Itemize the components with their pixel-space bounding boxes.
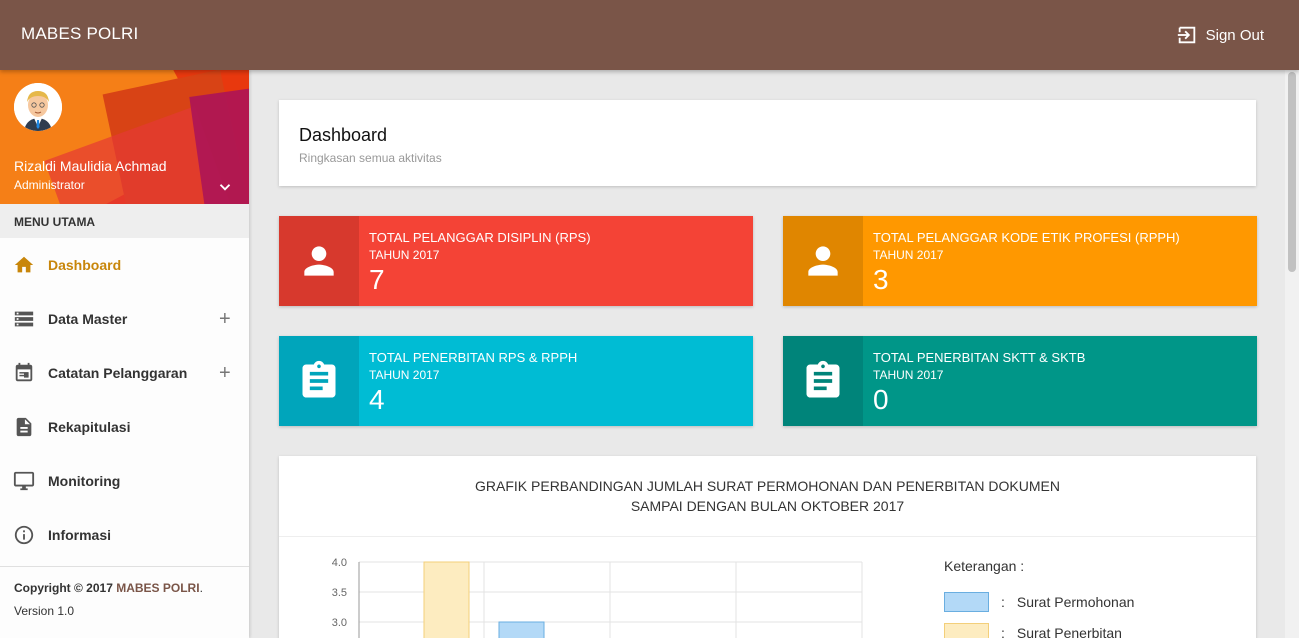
copyright-text: Copyright © 2017 MABES POLRI. [14, 581, 203, 595]
info-box-title: TOTAL PENERBITAN SKTT & SKTB [873, 350, 1086, 365]
info-box-title: TOTAL PENERBITAN RPS & RPPH [369, 350, 578, 365]
chart-card: GRAFIK PERBANDINGAN JUMLAH SURAT PERMOHO… [279, 456, 1256, 638]
y-tick-label: 3.0 [332, 617, 347, 629]
sidebar-item-label: Catatan Pelanggaran [48, 365, 188, 381]
sidebar-footer: Copyright © 2017 MABES POLRI. Version 1.… [0, 566, 249, 618]
calendar-icon [15, 362, 33, 382]
legend-swatch [944, 592, 989, 612]
expand-plus-icon[interactable]: + [219, 309, 231, 329]
brand-title[interactable]: MABES POLRI [21, 24, 138, 44]
scrollbar-thumb[interactable] [1288, 72, 1296, 272]
divider [279, 536, 1256, 537]
copyright-brand-link[interactable]: MABES POLRI [116, 581, 199, 595]
sidebar-item-label: Informasi [48, 527, 112, 543]
sign-out-button[interactable]: Sign Out [1176, 24, 1264, 46]
chart-title: GRAFIK PERBANDINGAN JUMLAH SURAT PERMOHO… [475, 478, 1060, 514]
clipboard-icon [302, 360, 336, 398]
legend-title: Keterangan : [944, 558, 1025, 574]
info-box-icon-area [783, 216, 863, 306]
bar-chart: 4.0 3.5 3.0 [332, 557, 863, 638]
info-box-value: 7 [369, 264, 385, 295]
home-icon [14, 256, 34, 273]
sidebar-item-rekapitulasi[interactable]: Rekapitulasi [0, 400, 249, 454]
info-box-icon-area [783, 336, 863, 426]
legend-label: Surat Penerbitan [1016, 625, 1122, 638]
storage-icon [14, 311, 34, 327]
monitor-icon [13, 471, 35, 491]
sidebar-item-informasi[interactable]: Informasi [0, 508, 249, 562]
sidebar-item-data-master[interactable]: Data Master + [0, 292, 249, 346]
user-name: Rizaldi Maulidia Achmad [14, 158, 167, 174]
info-box-value: 3 [873, 264, 889, 295]
info-box-subtitle: TAHUN 2017 [873, 368, 944, 382]
info-box-value: 4 [369, 384, 385, 415]
info-box-value: 0 [873, 384, 889, 415]
page-header-card: Dashboard Ringkasan semua aktivitas [279, 100, 1256, 186]
legend-swatch [944, 623, 989, 638]
info-box-title: TOTAL PELANGGAR DISIPLIN (RPS) [369, 230, 591, 245]
legend-item-penerbitan[interactable]: : Surat Penerbitan [944, 623, 1122, 638]
bar-surat-permohonan [498, 621, 545, 638]
avatar [14, 83, 62, 131]
info-box-subtitle: TAHUN 2017 [369, 368, 440, 382]
info-box-icon-area [279, 216, 359, 306]
clipboard-icon [806, 360, 840, 398]
info-box-rps: TOTAL PELANGGAR DISIPLIN (RPS) TAHUN 201… [279, 216, 753, 306]
page-scrollbar[interactable] [1285, 70, 1299, 638]
sidebar-item-label: Data Master [48, 311, 128, 327]
page-subtitle: Ringkasan semua aktivitas [299, 151, 442, 165]
bar-surat-penerbitan [423, 561, 470, 638]
user-role: Administrator [14, 178, 85, 192]
sign-out-icon [1177, 26, 1195, 44]
sidebar: Rizaldi Maulidia Achmad Administrator ME… [0, 70, 249, 638]
page-title: Dashboard [299, 125, 388, 145]
sidebar-item-label: Rekapitulasi [48, 419, 131, 435]
sidebar-item-catatan-pelanggaran[interactable]: Catatan Pelanggaran + [0, 346, 249, 400]
legend-label: Surat Permohonan [1016, 594, 1135, 610]
info-box-title: TOTAL PELANGGAR KODE ETIK PROFESI (RPPH) [873, 230, 1180, 245]
y-tick-label: 3.5 [332, 587, 347, 599]
info-box-subtitle: TAHUN 2017 [873, 248, 944, 262]
expand-plus-icon[interactable]: + [219, 363, 231, 383]
menu-header: MENU UTAMA [0, 204, 249, 238]
top-app-bar: MABES POLRI Sign Out [0, 0, 1299, 70]
sign-out-label: Sign Out [1205, 26, 1264, 44]
sidebar-item-dashboard[interactable]: Dashboard [0, 238, 249, 292]
y-tick-label: 4.0 [332, 557, 347, 569]
person-icon [304, 246, 334, 276]
chevron-down-icon[interactable] [216, 178, 234, 196]
user-info-panel: Rizaldi Maulidia Achmad Administrator [0, 70, 249, 204]
legend-item-permohonan[interactable]: : Surat Permohonan [944, 592, 1134, 612]
info-box-sktt-sktb: TOTAL PENERBITAN SKTT & SKTB TAHUN 2017 … [783, 336, 1257, 426]
document-icon [16, 417, 32, 437]
sidebar-item-monitoring[interactable]: Monitoring [0, 454, 249, 508]
sidebar-item-label: Monitoring [48, 473, 121, 489]
person-icon [808, 246, 838, 276]
version-text: Version 1.0 [14, 604, 75, 618]
info-icon [14, 525, 34, 545]
info-box-subtitle: TAHUN 2017 [369, 248, 440, 262]
sidebar-item-label: Dashboard [48, 257, 122, 273]
info-box-rpph: TOTAL PELANGGAR KODE ETIK PROFESI (RPPH)… [783, 216, 1257, 306]
info-box-penerbitan-rps-rpph: TOTAL PENERBITAN RPS & RPPH TAHUN 2017 4 [279, 336, 753, 426]
info-box-icon-area [279, 336, 359, 426]
